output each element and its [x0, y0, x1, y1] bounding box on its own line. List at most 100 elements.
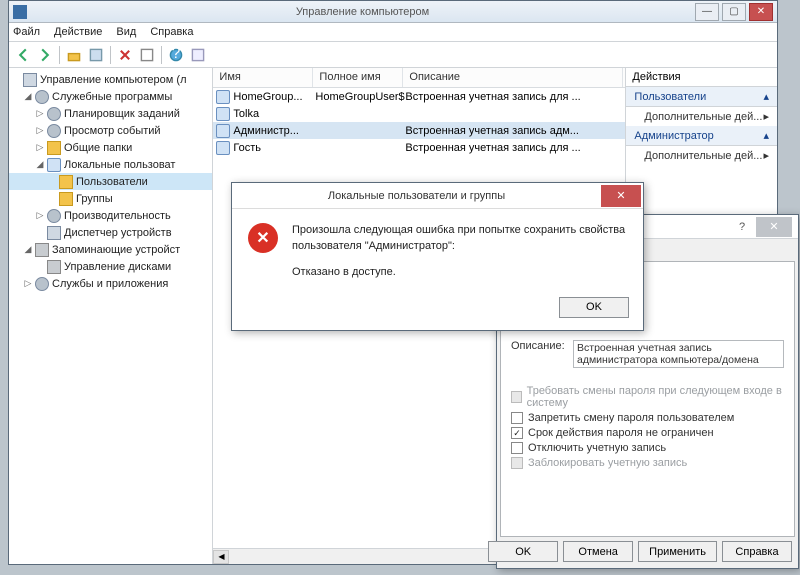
- action-item[interactable]: Дополнительные дей...▸: [626, 146, 777, 165]
- maximize-button[interactable]: ▢: [722, 3, 746, 21]
- tree-item[interactable]: Группы: [9, 190, 212, 207]
- menu-action[interactable]: Действие: [54, 26, 102, 38]
- description-field[interactable]: Встроенная учетная запись администратора…: [573, 340, 784, 368]
- menu-help[interactable]: Справка: [150, 26, 193, 38]
- help-icon[interactable]: ?: [166, 45, 186, 65]
- ok-button[interactable]: OK: [559, 297, 629, 318]
- tree-item[interactable]: ◢ Запоминающие устройст: [9, 241, 212, 258]
- tree-item[interactable]: Управление дисками: [9, 258, 212, 275]
- chevron-up-icon: ▴: [763, 90, 769, 103]
- list-item[interactable]: Администр...Встроенная учетная запись ад…: [213, 122, 625, 139]
- checkbox-row: Требовать смены пароля при следующем вхо…: [511, 385, 784, 409]
- применить-button[interactable]: Применить: [638, 541, 717, 562]
- help-icon[interactable]: ?: [732, 221, 752, 233]
- error-title: Локальные пользователи и группы: [232, 190, 601, 202]
- toggle-icon[interactable]: ▷: [23, 279, 33, 289]
- toggle-icon[interactable]: ▷: [35, 109, 45, 119]
- props-icon[interactable]: [188, 45, 208, 65]
- checkbox[interactable]: [511, 412, 523, 424]
- up-icon[interactable]: [64, 45, 84, 65]
- description-label: Описание:: [511, 340, 573, 352]
- chevron-right-icon: ▸: [763, 110, 769, 123]
- list-header: ИмяПолное имяОписание: [213, 68, 625, 88]
- tree-item-label: Запоминающие устройст: [52, 244, 180, 256]
- close-button[interactable]: ✕: [749, 3, 773, 21]
- refresh-icon[interactable]: [137, 45, 157, 65]
- tree-item-label: Локальные пользоват: [64, 159, 175, 171]
- back-icon[interactable]: [13, 45, 33, 65]
- column-header[interactable]: Описание: [403, 68, 623, 87]
- cell: HomeGroupUser$: [315, 91, 405, 103]
- tree-item-label: Диспетчер устройств: [64, 227, 172, 239]
- error-text: Произошла следующая ошибка при попытке с…: [292, 223, 627, 281]
- minimize-button[interactable]: —: [695, 3, 719, 21]
- tree-item-label: Просмотр событий: [64, 125, 161, 137]
- cell: Гость: [233, 142, 315, 154]
- ok-button[interactable]: OK: [488, 541, 558, 562]
- toolbar: ?: [9, 42, 777, 68]
- close-icon[interactable]: ✕: [756, 217, 792, 237]
- tree-item[interactable]: ▷Общие папки: [9, 139, 212, 156]
- toggle-icon[interactable]: [47, 177, 57, 187]
- svg-text:?: ?: [172, 48, 181, 62]
- toggle-icon[interactable]: ▷: [35, 211, 45, 221]
- tree-item[interactable]: Управление компьютером (л: [9, 71, 212, 88]
- list-item[interactable]: Tolka: [213, 105, 625, 122]
- checkbox-row: Заблокировать учетную запись: [511, 457, 784, 469]
- tree-item[interactable]: ▷Производительность: [9, 207, 212, 224]
- справка-button[interactable]: Справка: [722, 541, 792, 562]
- отмена-button[interactable]: Отмена: [563, 541, 633, 562]
- toggle-icon[interactable]: [35, 262, 45, 272]
- tree-item[interactable]: ▷ Просмотр событий: [9, 122, 212, 139]
- folder-icon: [47, 141, 61, 155]
- toggle-icon[interactable]: [11, 75, 21, 85]
- toggle-icon[interactable]: ◢: [23, 92, 33, 102]
- menu-file[interactable]: Файл: [13, 26, 40, 38]
- error-line2: Отказано в доступе.: [292, 265, 627, 281]
- action-item[interactable]: Дополнительные дей...▸: [626, 107, 777, 126]
- toggle-icon[interactable]: [47, 194, 57, 204]
- scroll-left-icon[interactable]: ◀: [213, 550, 229, 564]
- toggle-icon[interactable]: ▷: [35, 143, 45, 153]
- tree-item[interactable]: Диспетчер устройств: [9, 224, 212, 241]
- checkbox-row[interactable]: Срок действия пароля не ограничен: [511, 427, 784, 439]
- gear-icon: [47, 124, 61, 138]
- list-item[interactable]: HomeGroup...HomeGroupUser$Встроенная уче…: [213, 88, 625, 105]
- tree-item[interactable]: ▷ Планировщик заданий: [9, 105, 212, 122]
- column-header[interactable]: Имя: [213, 68, 313, 87]
- checkbox-label: Отключить учетную запись: [528, 442, 666, 454]
- tree-item[interactable]: ◢ Локальные пользоват: [9, 156, 212, 173]
- close-icon[interactable]: ✕: [601, 185, 641, 207]
- error-icon: [248, 223, 278, 253]
- menu-view[interactable]: Вид: [116, 26, 136, 38]
- toggle-icon[interactable]: ◢: [23, 245, 33, 255]
- tree-item[interactable]: ▷Службы и приложения: [9, 275, 212, 292]
- column-header[interactable]: Полное имя: [313, 68, 403, 87]
- disk-icon: [47, 260, 61, 274]
- checkbox[interactable]: [511, 427, 523, 439]
- checkbox[interactable]: [511, 442, 523, 454]
- checkbox: [511, 391, 522, 403]
- checkbox: [511, 457, 523, 469]
- action-group-header[interactable]: Пользователи▴: [626, 87, 777, 107]
- forward-icon[interactable]: [35, 45, 55, 65]
- cell: Tolka: [233, 108, 315, 120]
- toggle-icon[interactable]: ◢: [35, 160, 45, 170]
- tree-item[interactable]: Пользователи: [9, 173, 212, 190]
- delete-icon[interactable]: [115, 45, 135, 65]
- error-titlebar: Локальные пользователи и группы ✕: [232, 183, 643, 209]
- tree-pane[interactable]: Управление компьютером (л◢Служебные прог…: [9, 68, 213, 564]
- checkbox-row[interactable]: Отключить учетную запись: [511, 442, 784, 454]
- gear-icon: [47, 107, 61, 121]
- tree-item[interactable]: ◢Служебные программы: [9, 88, 212, 105]
- list-icon[interactable]: [86, 45, 106, 65]
- checkbox-row[interactable]: Запретить смену пароля пользователем: [511, 412, 784, 424]
- toggle-icon[interactable]: [35, 228, 45, 238]
- action-group-header[interactable]: Администратор▴: [626, 126, 777, 146]
- list-item[interactable]: ГостьВстроенная учетная запись для ...: [213, 139, 625, 156]
- tree-item-label: Планировщик заданий: [64, 108, 180, 120]
- user-icon: [216, 141, 230, 155]
- checkbox-label: Срок действия пароля не ограничен: [528, 427, 714, 439]
- toggle-icon[interactable]: ▷: [35, 126, 45, 136]
- error-line1: Произошла следующая ошибка при попытке с…: [292, 223, 627, 255]
